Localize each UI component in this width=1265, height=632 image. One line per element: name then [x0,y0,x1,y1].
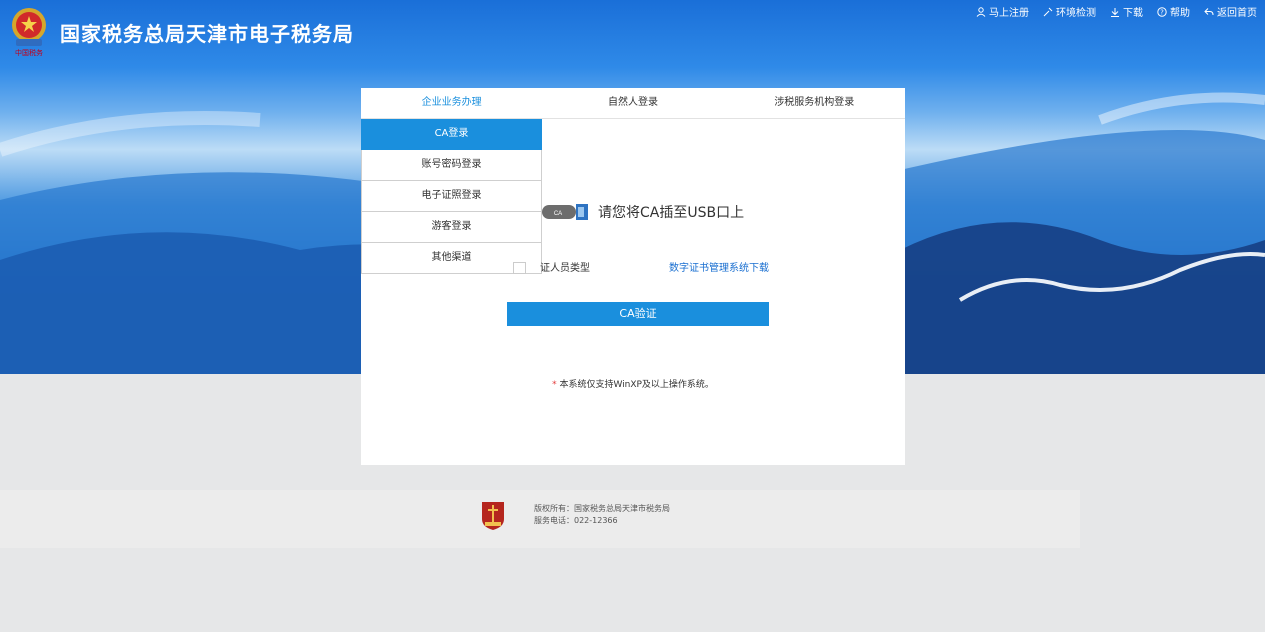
cert-manager-download-link[interactable]: 数字证书管理系统下载 [669,259,769,274]
tax-emblem-logo[interactable]: 中国税务 [6,6,52,58]
tools-icon [1043,7,1053,16]
menu-e-license-login[interactable]: 电子证照登录 [361,181,542,212]
top-nav: 马上注册 环境检测 下载 ? 帮助 返回首页 [976,4,1257,19]
help-label: 帮助 [1170,8,1190,19]
ca-verify-button[interactable]: CA验证 [507,302,769,326]
help-icon: ? [1157,6,1167,17]
os-note: * 本系统仅支持WinXP及以上操作系统。 [361,377,905,390]
footer: 版权所有：国家税务总局天津市税务局 服务电话：022-12366 [480,499,670,531]
emblem-caption: 中国税务 [15,49,43,57]
env-check-label: 环境检测 [1056,8,1096,19]
copyright: 版权所有：国家税务总局天津市税务局 [534,504,670,513]
login-method-menu: CA登录 账号密码登录 电子证照登录 游客登录 其他渠道 [361,119,542,274]
help-link[interactable]: ? 帮助 [1157,4,1190,19]
tab-agency[interactable]: 涉税服务机构登录 [724,88,905,118]
login-panel: 企业业务办理 自然人登录 涉税服务机构登录 CA登录 账号密码登录 电子证照登录… [361,88,905,465]
register-label: 马上注册 [989,8,1029,19]
user-icon [976,6,986,17]
svg-text:?: ? [1160,8,1164,16]
download-link-top[interactable]: 下载 [1110,4,1143,19]
usb-badge-text: CA [554,211,562,217]
emblem-icon [12,8,46,46]
brand: 中国税务 国家税务总局天津市电子税务局 [6,6,354,58]
tab-individual[interactable]: 自然人登录 [542,88,723,118]
login-tabs: 企业业务办理 自然人登录 涉税服务机构登录 [361,88,905,119]
env-check-link[interactable]: 环境检测 [1043,4,1096,19]
download-label: 下载 [1123,8,1143,19]
cert-type-label: 证人员类型 [540,263,590,274]
site-title: 国家税务总局天津市电子税务局 [60,21,354,46]
footer-text: 版权所有：国家税务总局天津市税务局 服务电话：022-12366 [534,503,670,527]
menu-guest-login[interactable]: 游客登录 [361,212,542,243]
service-phone: 服务电话：022-12366 [534,516,618,525]
cert-type-checkbox[interactable] [513,262,526,274]
required-star: * [552,380,557,390]
tax-shield-logo [482,502,504,530]
register-link[interactable]: 马上注册 [976,4,1029,19]
home-label: 返回首页 [1217,8,1257,19]
return-icon [1204,7,1214,15]
usb-instruction: 请您将CA插至USB口上 [598,205,745,221]
download-icon [1111,7,1119,17]
os-note-text: 本系统仅支持WinXP及以上操作系统。 [559,380,714,390]
usb-prompt: CA 请您将CA插至USB口上 [542,202,744,222]
menu-password-login[interactable]: 账号密码登录 [361,150,542,181]
menu-ca-login[interactable]: CA登录 [361,119,542,150]
tab-enterprise[interactable]: 企业业务办理 [361,88,542,118]
home-link[interactable]: 返回首页 [1204,4,1257,19]
usb-key-icon: CA [542,204,588,220]
